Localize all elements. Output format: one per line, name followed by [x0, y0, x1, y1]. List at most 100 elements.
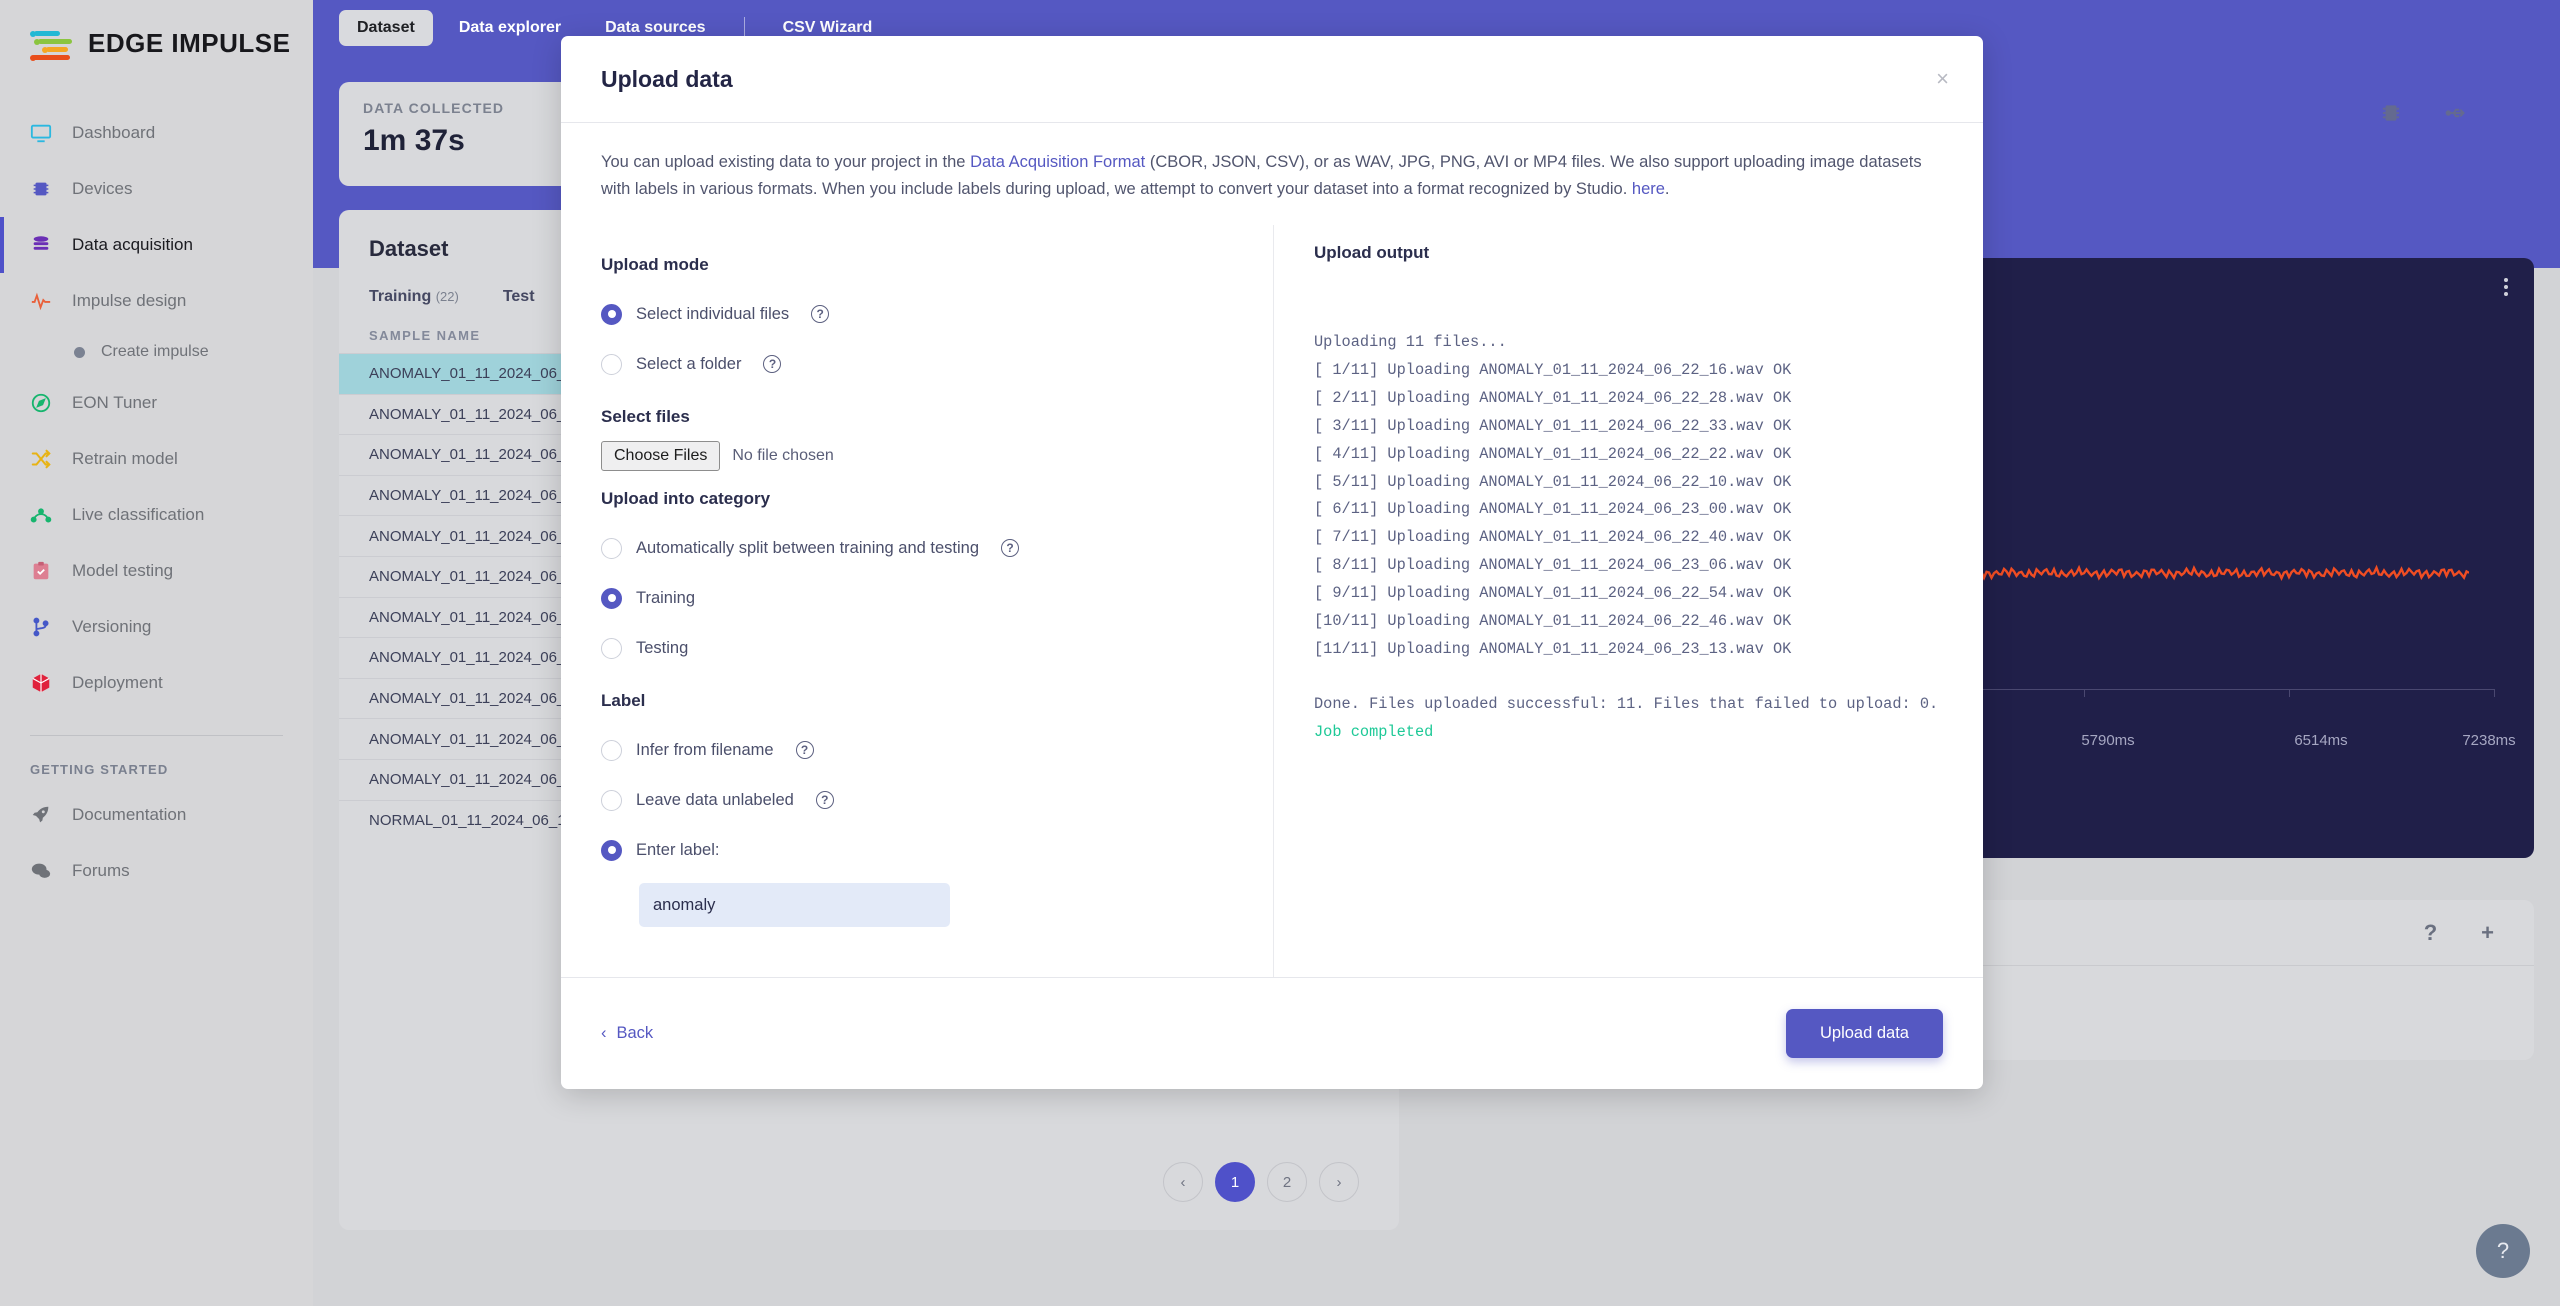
dataset-tab-label: Test [502, 288, 535, 305]
modal-header: Upload data × [561, 36, 1983, 122]
tab-data-explorer[interactable]: Data explorer [441, 10, 579, 46]
radio-auto-split[interactable]: Automatically split between training and… [601, 523, 1233, 573]
sidebar-item-versioning[interactable]: Versioning [0, 599, 313, 655]
radio-label: Infer from filename [636, 740, 774, 759]
label-input[interactable] [639, 883, 950, 928]
pagination-next[interactable]: › [1319, 1162, 1359, 1202]
sidebar-item-create-impulse[interactable]: Create impulse [0, 329, 313, 375]
modal-body: Upload mode Select individual files ? Se… [561, 209, 1983, 977]
brand-logo-block: EDGE IMPULSE [0, 0, 313, 61]
upload-output-console: Uploading 11 files... [ 1/11] Uploading … [1314, 329, 1943, 746]
file-chosen-status: No file chosen [732, 447, 834, 465]
radio-indicator [601, 739, 622, 761]
close-icon[interactable]: × [1936, 68, 1949, 90]
x-tick-label: 6514ms [2294, 732, 2348, 749]
shuffle-icon [30, 448, 52, 470]
radio-indicator [601, 587, 622, 609]
cube-icon [30, 672, 52, 694]
radio-indicator [601, 353, 622, 375]
question-mark-icon: ? [2496, 1238, 2510, 1263]
sidebar: EDGE IMPULSE Dashboard Devices Data acqu… [0, 0, 313, 1306]
chip-icon [30, 178, 52, 200]
tab-dataset[interactable]: Dataset [339, 10, 433, 46]
sidebar-item-deployment[interactable]: Deployment [0, 655, 313, 711]
radio-leave-unlabeled[interactable]: Leave data unlabeled ? [601, 775, 1233, 825]
radio-training[interactable]: Training [601, 573, 1233, 623]
choose-files-button[interactable]: Choose Files [601, 441, 721, 472]
upload-data-button[interactable]: Upload data [1786, 1009, 1943, 1058]
pagination-prev[interactable]: ‹ [1163, 1162, 1203, 1202]
radio-label: Select a folder [636, 354, 742, 373]
sidebar-item-impulse-design[interactable]: Impulse design [0, 273, 313, 329]
git-branch-icon [30, 616, 52, 638]
radio-label: Training [636, 588, 695, 607]
sidebar-item-label: Data acquisition [72, 235, 193, 254]
radio-label: Leave data unlabeled [636, 790, 794, 809]
sidebar-item-data-acquisition[interactable]: Data acquisition [0, 217, 313, 273]
file-input-row: Choose Files No file chosen [601, 441, 1233, 472]
metadata-add-button[interactable]: + [2481, 920, 2494, 946]
chip-icon[interactable] [2378, 100, 2404, 126]
pagination-page-1[interactable]: 1 [1215, 1162, 1255, 1202]
sidebar-item-live-classification[interactable]: Live classification [0, 487, 313, 543]
radio-select-individual-files[interactable]: Select individual files ? [601, 289, 1233, 339]
brand-name: EDGE IMPULSE [88, 28, 291, 58]
sidebar-item-model-testing[interactable]: Model testing [0, 543, 313, 599]
help-icon[interactable]: ? [1001, 539, 1020, 558]
sidebar-item-label: Documentation [72, 805, 187, 824]
pagination-page-2[interactable]: 2 [1267, 1162, 1307, 1202]
help-icon[interactable]: ? [811, 305, 830, 324]
sidebar-item-label: EON Tuner [72, 393, 158, 412]
sidebar-item-dashboard[interactable]: Dashboard [0, 105, 313, 161]
clipboard-check-icon [30, 560, 52, 582]
upload-category-title: Upload into category [601, 489, 771, 509]
sidebar-item-devices[interactable]: Devices [0, 161, 313, 217]
help-icon[interactable]: ? [763, 355, 782, 374]
usb-icon[interactable] [2444, 100, 2470, 126]
compass-icon [30, 392, 52, 414]
metadata-help-button[interactable]: ? [2424, 920, 2437, 946]
radio-enter-label[interactable]: Enter label: [601, 825, 1233, 875]
sidebar-subitem-label: Create impulse [101, 343, 209, 360]
radio-infer-from-filename[interactable]: Infer from filename ? [601, 725, 1233, 775]
edge-impulse-logo-icon [30, 29, 74, 61]
radio-indicator [601, 303, 622, 325]
radio-select-a-folder[interactable]: Select a folder ? [601, 339, 1233, 389]
upload-output-title: Upload output [1314, 243, 1430, 263]
sample-viewer-menu-button[interactable] [2504, 278, 2508, 296]
sidebar-item-label: Deployment [72, 673, 163, 692]
upload-mode-title: Upload mode [601, 255, 709, 275]
here-link[interactable]: here [1632, 180, 1665, 198]
radio-indicator [601, 789, 622, 811]
back-button[interactable]: ‹ Back [601, 1024, 653, 1043]
modal-left-column: Upload mode Select individual files ? Se… [561, 225, 1274, 977]
modal-title: Upload data [601, 65, 733, 92]
dataset-tab-training[interactable]: Training (22) [369, 288, 459, 306]
data-acquisition-format-link[interactable]: Data Acquisition Format [970, 153, 1145, 171]
upload-data-modal: Upload data × You can upload existing da… [561, 36, 1983, 1089]
help-icon[interactable]: ? [815, 791, 834, 810]
rocket-icon [30, 804, 52, 826]
sidebar-item-documentation[interactable]: Documentation [0, 787, 313, 843]
bullet-icon [74, 346, 85, 358]
chat-icon [30, 860, 52, 882]
sidebar-item-label: Versioning [72, 617, 152, 636]
dataset-tab-count: (22) [435, 289, 459, 304]
pulse-icon [30, 290, 52, 312]
help-icon[interactable]: ? [795, 741, 814, 760]
radio-label: Select individual files [636, 304, 790, 323]
modal-description: You can upload existing data to your pro… [561, 123, 1983, 209]
dataset-tab-test[interactable]: Test [503, 288, 535, 306]
sidebar-item-label: Live classification [72, 505, 205, 524]
x-tick-label: 7238ms [2462, 732, 2516, 749]
sidebar-item-label: Retrain model [72, 449, 178, 468]
back-label: Back [616, 1024, 654, 1042]
sidebar-item-label: Dashboard [72, 123, 156, 142]
topbar-icons [2378, 100, 2470, 126]
sidebar-item-retrain-model[interactable]: Retrain model [0, 431, 313, 487]
monitor-icon [30, 122, 52, 144]
help-fab-button[interactable]: ? [2476, 1224, 2530, 1278]
sidebar-item-forums[interactable]: Forums [0, 843, 313, 899]
sidebar-item-eon-tuner[interactable]: EON Tuner [0, 375, 313, 431]
radio-testing[interactable]: Testing [601, 623, 1233, 673]
